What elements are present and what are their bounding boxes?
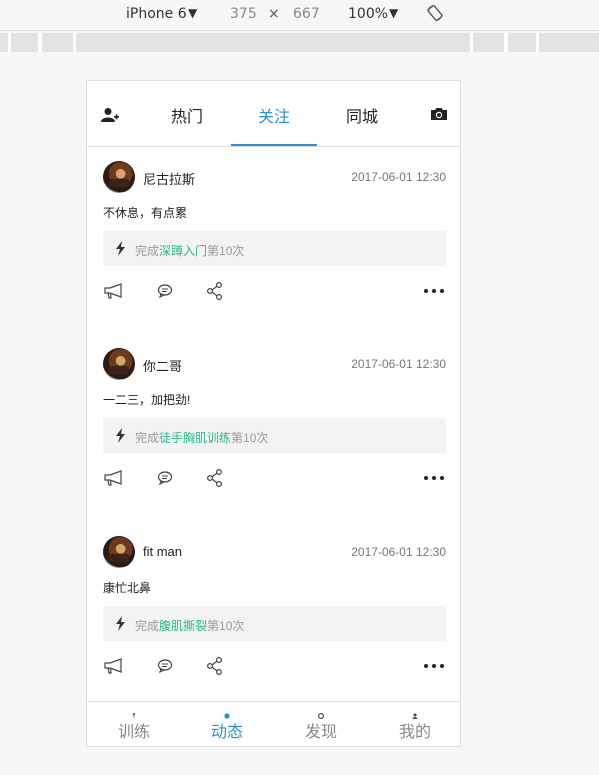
course-link[interactable]: 腹肌撕裂	[159, 619, 207, 633]
media-query-ruler	[0, 33, 599, 52]
feed-post: 尼古拉斯 2017-06-01 12:30 不休息，有点累 完成深蹲入门第10次	[87, 147, 460, 334]
comment-icon[interactable]	[155, 281, 175, 301]
course-link[interactable]: 深蹲入门	[159, 244, 207, 258]
avatar[interactable]	[103, 536, 135, 568]
width-field[interactable]: 375	[230, 6, 257, 22]
tab-local[interactable]: 同城	[346, 103, 378, 127]
megaphone-icon[interactable]	[103, 656, 123, 676]
post-actions	[87, 468, 460, 490]
achievement-card[interactable]: 完成腹肌撕裂第10次	[103, 606, 446, 641]
device-select[interactable]: iPhone 6	[126, 6, 187, 22]
height-field[interactable]: 667	[293, 6, 320, 22]
nav-me[interactable]: 我的	[385, 702, 445, 746]
device-toolbar: iPhone 6 ▼ 375 × 667 100% ▼	[0, 0, 599, 31]
feed-post: 你二哥 2017-06-01 12:30 一二三，加把劲! 完成徒手胸肌训练第1…	[87, 334, 460, 521]
post-content: 康忙北鼻	[103, 581, 152, 595]
post-content: 不休息，有点累	[103, 206, 188, 220]
course-link[interactable]: 徒手胸肌训练	[159, 431, 231, 445]
comment-icon[interactable]	[155, 468, 175, 488]
active-tab-indicator	[231, 144, 317, 146]
nav-discover-label: 发现	[304, 724, 337, 741]
nav-discover[interactable]: 发现	[291, 702, 351, 746]
bottom-navigation: 训练 动态 发现 我的	[87, 701, 460, 746]
comment-icon[interactable]	[155, 656, 175, 676]
post-username[interactable]: 你二哥	[143, 356, 182, 375]
avatar[interactable]	[103, 348, 135, 380]
avatar[interactable]	[103, 161, 135, 193]
post-time: 2017-06-01 12:30	[351, 545, 446, 559]
post-username[interactable]: fit man	[143, 544, 182, 559]
megaphone-icon[interactable]	[103, 468, 123, 488]
nav-feed-label: 动态	[210, 724, 243, 741]
post-time: 2017-06-01 12:30	[351, 170, 446, 184]
post-username[interactable]: 尼古拉斯	[143, 169, 195, 188]
add-user-icon[interactable]	[101, 107, 119, 123]
nav-me-label: 我的	[398, 724, 431, 741]
share-icon[interactable]	[205, 656, 225, 676]
nav-feed[interactable]: 动态	[197, 702, 257, 746]
post-content: 一二三，加把劲!	[103, 393, 191, 407]
achievement-text: 完成徒手胸肌训练第10次	[135, 431, 269, 445]
top-navigation: 热门 关注 同城	[87, 81, 460, 147]
zoom-caret-icon[interactable]: ▼	[389, 6, 398, 20]
achievement-text: 完成腹肌撕裂第10次	[135, 619, 245, 633]
lightning-icon	[116, 241, 125, 256]
nav-training-label: 训练	[117, 724, 150, 741]
more-icon[interactable]	[422, 656, 446, 676]
achievement-text: 完成深蹲入门第10次	[135, 244, 245, 258]
rotate-icon[interactable]	[425, 3, 445, 23]
tab-hot[interactable]: 热门	[171, 103, 203, 127]
share-icon[interactable]	[205, 281, 225, 301]
post-actions	[87, 281, 460, 303]
nav-training[interactable]: 训练	[104, 702, 164, 746]
dimension-separator: ×	[268, 6, 280, 22]
camera-icon[interactable]	[430, 106, 448, 122]
feed-post: fit man 2017-06-01 12:30 康忙北鼻 完成腹肌撕裂第10次	[87, 522, 460, 709]
share-icon[interactable]	[205, 468, 225, 488]
more-icon[interactable]	[422, 281, 446, 301]
post-actions	[87, 656, 460, 678]
achievement-card[interactable]: 完成深蹲入门第10次	[103, 231, 446, 266]
tab-following[interactable]: 关注	[258, 103, 290, 127]
megaphone-icon[interactable]	[103, 281, 123, 301]
lightning-icon	[116, 428, 125, 443]
post-time: 2017-06-01 12:30	[351, 357, 446, 371]
achievement-card[interactable]: 完成徒手胸肌训练第10次	[103, 418, 446, 453]
zoom-select[interactable]: 100%	[348, 6, 388, 22]
phone-viewport: 热门 关注 同城 尼古拉斯 2017-06-01 12:30 不休息，有点累 完…	[86, 80, 461, 747]
device-caret-icon[interactable]: ▼	[188, 6, 197, 20]
lightning-icon	[116, 616, 125, 631]
more-icon[interactable]	[422, 468, 446, 488]
